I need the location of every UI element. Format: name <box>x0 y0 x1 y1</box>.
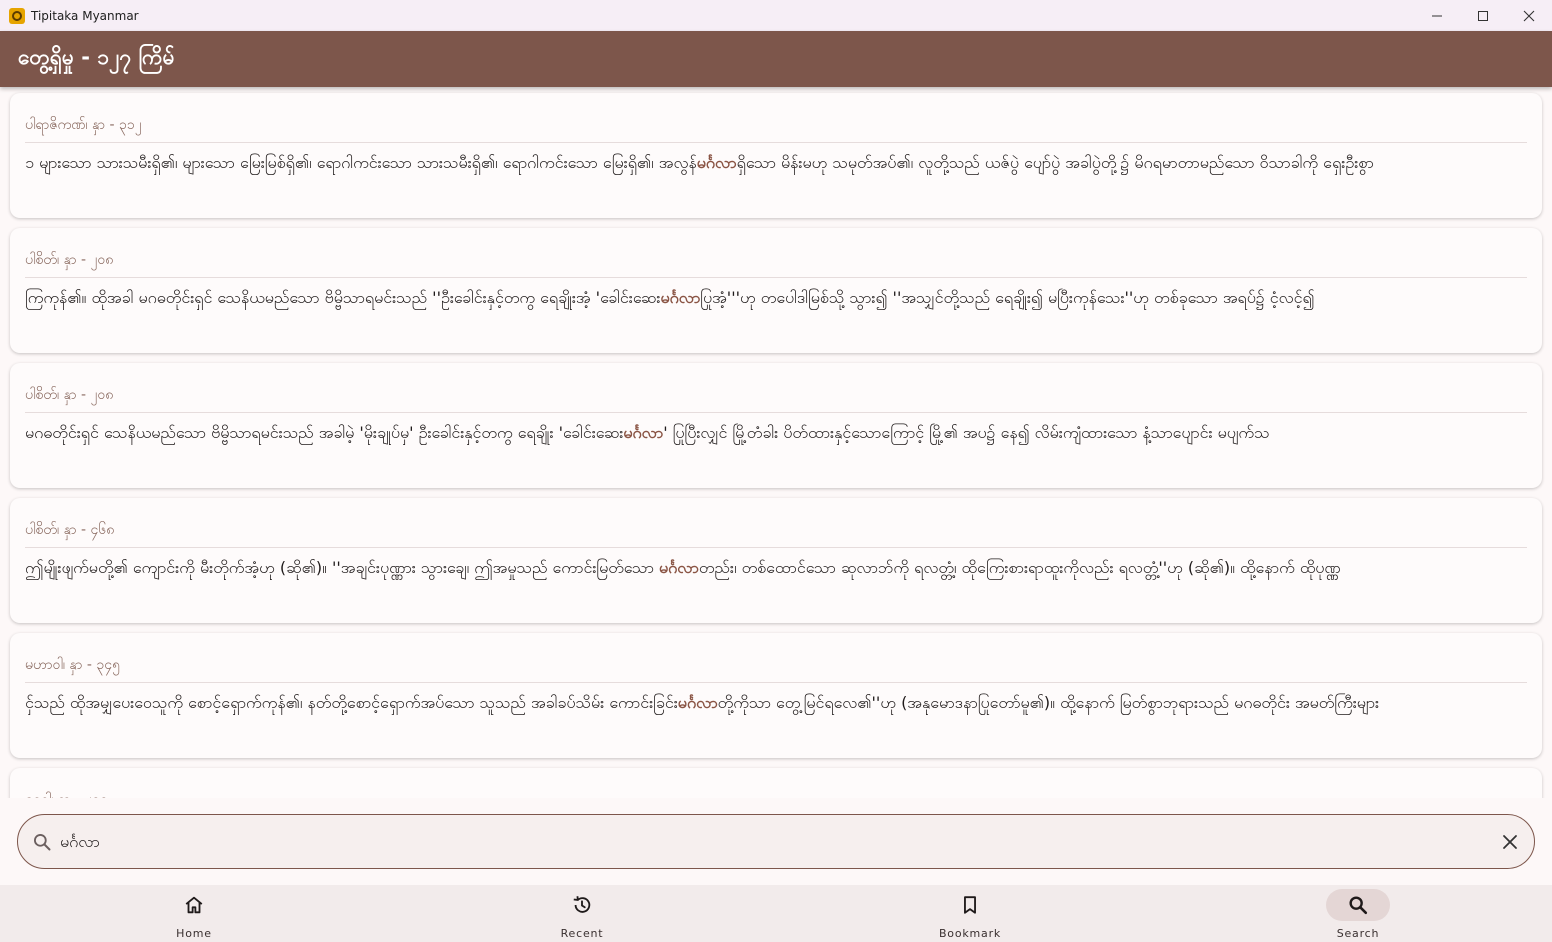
result-snippet: မဂဓတိုင်းရှင် သေနိယမည်သော ဗိမ္ဗိသာရမင်းသ… <box>25 423 1270 442</box>
result-card[interactable]: မဟာဝါ၊ နှာ - ၃၄၅ ငှ်သည် ထိုအမျှပေးဝေသူကိ… <box>10 633 1542 758</box>
divider <box>25 547 1527 548</box>
nav-label: Bookmark <box>938 927 1002 940</box>
divider <box>25 682 1527 683</box>
search-query[interactable]: မင်္ဂလာ <box>60 831 100 855</box>
nav-indicator <box>162 889 226 921</box>
nav-indicator <box>550 889 614 921</box>
result-snippet: ကြကုန်၏။ ထိုအခါ မဂဓတိုင်းရှင် သေနိယမည်သေ… <box>25 288 1315 307</box>
result-card[interactable]: ပါရာဇိကဏ်၊ နှာ - ၃၁၂ ၁ များသော သားသမီးရှ… <box>10 93 1542 218</box>
nav-indicator <box>938 889 1002 921</box>
tipitaka-app-icon <box>9 7 25 24</box>
nav-label: Recent <box>560 927 604 940</box>
result-card[interactable]: ပါစိတ်၊ နှာ - ၂၀၈ ကြကုန်၏။ ထိုအခါ မဂဓတို… <box>10 228 1542 353</box>
bottom-navigation: Home Recent Bookmark Search <box>0 885 1552 942</box>
maximize-icon <box>1478 10 1488 21</box>
search-results-list[interactable]: ပါရာဇိကဏ်၊ နှာ - ၃၁၂ ၁ များသော သားသမီးရှ… <box>0 87 1552 798</box>
search-input[interactable]: မင်္ဂလာ <box>17 814 1535 869</box>
result-card[interactable]: စူဠဝါ၊ နှာ - ၂၈၈ <box>10 768 1542 798</box>
result-reference: ပါစိတ်၊ နှာ - ၄၆၈ <box>25 522 115 538</box>
home-icon <box>185 896 203 914</box>
divider <box>25 412 1527 413</box>
minimize-icon <box>1432 15 1442 16</box>
match-highlight: မင်္ဂလာ <box>677 693 718 712</box>
page-title: တွေ့ရှိမှု - ၁၂၇ ကြိမ် <box>18 44 175 69</box>
match-highlight: မင်္ဂလာ <box>696 153 737 172</box>
minimize-button[interactable] <box>1414 0 1460 31</box>
result-reference: ပါစိတ်၊ နှာ - ၂၀၈ <box>25 387 114 403</box>
nav-label: Search <box>1336 927 1380 940</box>
result-card[interactable]: ပါစိတ်၊ နှာ - ၂၀၈ မဂဓတိုင်းရှင် သေနိယမည်… <box>10 363 1542 488</box>
window-title-bar: Tipitaka Myanmar <box>0 0 1552 31</box>
match-highlight: မင်္ဂလာ <box>660 288 701 307</box>
close-window-button[interactable] <box>1506 0 1552 31</box>
match-highlight: မင်္ဂလာ <box>623 423 664 442</box>
window-title: Tipitaka Myanmar <box>31 8 139 23</box>
nav-recent[interactable]: Recent <box>388 885 776 942</box>
result-card[interactable]: ပါစိတ်၊ နှာ - ၄၆၈ ဤမျိုးဖျက်မတို့၏ ကျောင… <box>10 498 1542 623</box>
maximize-button[interactable] <box>1460 0 1506 31</box>
clear-search-button[interactable] <box>1496 828 1524 856</box>
bookmark-icon <box>964 896 976 914</box>
nav-home[interactable]: Home <box>0 885 388 942</box>
result-reference: စူဠဝါ၊ နှာ - ၂၈၈ <box>25 790 108 798</box>
result-reference: မဟာဝါ၊ နှာ - ၃၄၅ <box>25 657 120 673</box>
close-icon <box>1523 10 1535 21</box>
nav-label: Home <box>176 927 212 940</box>
nav-bookmark[interactable]: Bookmark <box>776 885 1164 942</box>
divider <box>25 142 1527 143</box>
match-highlight: မင်္ဂလာ <box>658 558 699 577</box>
history-icon <box>573 896 591 913</box>
divider <box>25 277 1527 278</box>
search-icon <box>34 834 51 851</box>
clear-icon <box>1503 835 1517 849</box>
nav-indicator-active <box>1326 889 1390 921</box>
search-area: မင်္ဂလာ <box>0 798 1552 885</box>
nav-search[interactable]: Search <box>1164 885 1552 942</box>
result-snippet: ဤမျိုးဖျက်မတို့၏ ကျောင်းကို မီးတိုက်အံ့ဟ… <box>25 558 1341 577</box>
result-snippet: ငှ်သည် ထိုအမျှပေးဝေသူကို စောင့်ရှောက်ကုန… <box>25 693 1380 712</box>
result-reference: ပါရာဇိကဏ်၊ နှာ - ၃၁၂ <box>25 117 142 133</box>
app-bar: တွေ့ရှိမှု - ၁၂၇ ကြိမ် <box>0 31 1552 87</box>
result-reference: ပါစိတ်၊ နှာ - ၂၀၈ <box>25 252 114 268</box>
result-snippet: ၁ များသော သားသမီးရှိ၏၊ များသော မြေးမြစ်ရ… <box>25 153 1374 172</box>
search-icon <box>1349 896 1368 915</box>
window-controls <box>1414 0 1552 31</box>
